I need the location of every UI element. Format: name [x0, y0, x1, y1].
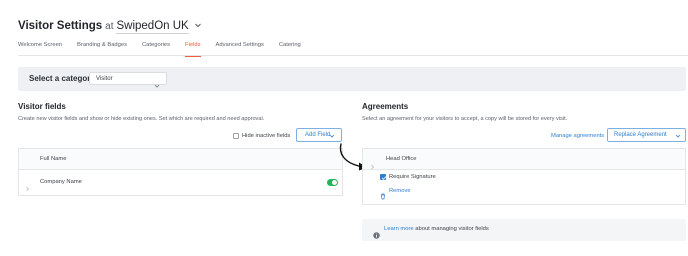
field-name: Company Name [40, 179, 82, 185]
check-icon [381, 176, 387, 180]
chevron-down-icon [154, 76, 160, 88]
replace-agreement-select[interactable]: Replace Agreement [607, 128, 686, 142]
category-select-value: Visitor [96, 75, 113, 82]
chevron-down-icon [329, 133, 335, 141]
require-signature-checkbox[interactable] [380, 174, 387, 180]
tab-categories[interactable]: Categories [142, 42, 170, 56]
category-label: Select a category [29, 74, 95, 83]
chevron-right-icon[interactable] [370, 157, 375, 175]
visitor-fields-description: Create new visitor fields and show or hi… [18, 116, 265, 122]
hide-inactive-label: Hide inactive fields [242, 133, 291, 139]
page-title: Visitor Settings [18, 20, 103, 32]
info-box: Learn more about managing visitor fields [362, 219, 686, 241]
chevron-down-icon [675, 133, 681, 141]
info-icon [373, 226, 380, 244]
tab-advanced-settings[interactable]: Advanced Settings [216, 42, 264, 56]
tab-fields[interactable]: Fields [185, 42, 201, 57]
trash-icon[interactable] [380, 187, 386, 205]
visitor-fields-table: Full Name Company Name [18, 148, 343, 196]
agreement-name: Head Office [386, 156, 417, 162]
field-name: Full Name [40, 156, 67, 162]
page-title-at: at [105, 21, 114, 32]
field-active-toggle[interactable] [327, 179, 338, 186]
agreements-description: Select an agreement for your visitors to… [362, 116, 568, 122]
drag-handle-icon[interactable] [25, 179, 30, 197]
table-row[interactable]: Company Name [19, 171, 342, 195]
add-field-label: Add Field [305, 132, 331, 138]
info-text: Learn more about managing visitor fields [384, 226, 489, 232]
info-rest-text: about managing visitor fields [415, 226, 489, 232]
category-select[interactable]: Visitor [89, 72, 167, 88]
hide-inactive-checkbox[interactable] [233, 133, 239, 139]
replace-agreement-label: Replace Agreement [614, 132, 667, 138]
require-signature-label: Require Signature [389, 174, 436, 180]
learn-more-link[interactable]: Learn more [384, 226, 414, 232]
manage-agreements-link[interactable]: Manage agreements [551, 133, 604, 139]
agreements-heading: Agreements [362, 102, 409, 111]
settings-tabs: Welcome Screen Branding & Badges Categor… [18, 42, 688, 57]
add-field-button[interactable]: Add Field [296, 128, 342, 142]
agreement-row[interactable]: Head Office [363, 149, 685, 170]
chevron-down-icon[interactable] [194, 16, 202, 28]
table-row[interactable]: Full Name [19, 149, 342, 170]
tab-catering[interactable]: Catering [279, 42, 301, 56]
tab-welcome-screen[interactable]: Welcome Screen [18, 42, 62, 56]
visitor-fields-heading: Visitor fields [18, 102, 66, 111]
tab-branding-badges[interactable]: Branding & Badges [77, 42, 127, 56]
remove-agreement-link[interactable]: Remove [389, 188, 411, 194]
page-header: Visitor Settings at SwipedOn UK [18, 16, 202, 34]
agreement-card: Head Office Require Signature Remove [362, 148, 686, 205]
site-switcher[interactable]: SwipedOn UK [116, 20, 189, 34]
